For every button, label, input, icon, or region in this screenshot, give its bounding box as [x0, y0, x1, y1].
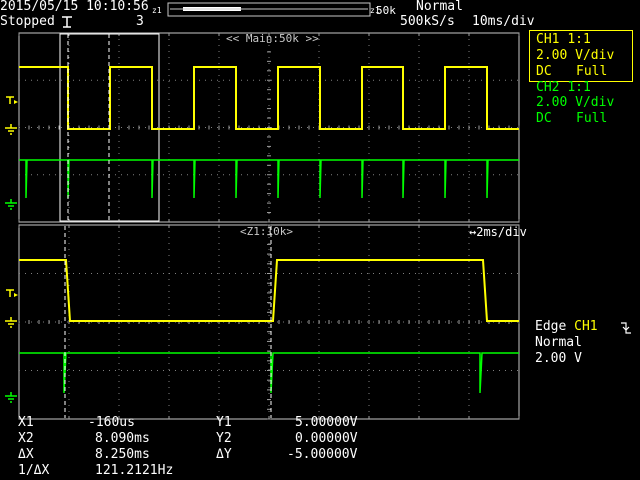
ch2-panel[interactable]: CH2 1:1 2.00 V/div DC Full: [529, 79, 631, 129]
ch1-main-trace: [19, 66, 519, 130]
falling-edge-icon: [621, 322, 631, 334]
zoom-z1-icon: z1: [152, 6, 162, 15]
ch2-name: CH2: [536, 80, 560, 95]
cursor-x1-value: -160us: [88, 415, 135, 430]
ch2-ground-marker-main: [5, 199, 17, 210]
cursor-readout: X1 -160us X2 8.090ms ΔX 8.250ms 1/ΔX 121…: [0, 416, 400, 480]
trigger-mode: Normal: [535, 335, 582, 350]
ch2-probe: 1:1: [567, 80, 591, 95]
trigger-source: CH1: [574, 319, 598, 334]
cursor-dx-label: ΔX: [18, 447, 34, 462]
zoom-z1-icon-right: z1: [370, 6, 380, 15]
cursor-x2-value: 8.090ms: [95, 431, 150, 446]
ch1-panel[interactable]: CH1 1:1 2.00 V/div DC Full: [529, 30, 633, 82]
ch1-trigger-level-marker: [6, 96, 18, 104]
trigger-panel[interactable]: Edge CH1 Normal 2.00 V: [534, 320, 638, 370]
cursor-inv-dx-label: 1/ΔX: [18, 463, 50, 478]
zoom-window-label: <Z1:10k>: [240, 225, 293, 238]
cursor-inv-dx-value: 121.2121Hz: [95, 463, 174, 478]
cursor-y2-value: 0.00000V: [295, 431, 358, 446]
ch1-ground-marker-main: [5, 124, 17, 135]
cursor-y2-label: Y2: [216, 431, 232, 446]
cursor-x1-label: X1: [18, 415, 34, 430]
ch2-coupling: DC: [536, 111, 552, 126]
ch1-probe: 1:1: [567, 32, 591, 47]
cursor-dy-label: ΔY: [216, 447, 232, 462]
trigger-type: Edge: [535, 319, 567, 334]
zoom-timebase: ↔2ms/div: [469, 225, 527, 239]
ch1-vdiv: 2.00 V/div: [536, 48, 615, 63]
cursor-dy-value: -5.00000V: [287, 447, 358, 462]
trigger-level: 2.00 V: [535, 351, 582, 366]
trigger-position-icon: [62, 16, 72, 28]
cursor-x2-label: X2: [18, 431, 34, 446]
cursor-dx-value: 8.250ms: [95, 447, 150, 462]
ch2-vdiv: 2.00 V/div: [536, 95, 615, 110]
ch1-ground-marker-zoom: [5, 317, 17, 328]
ch1-bandwidth: Full: [576, 64, 608, 79]
ch2-bandwidth: Full: [576, 111, 608, 126]
ch1-trigger-level-marker-zoom: [6, 289, 18, 297]
ch1-name: CH1: [536, 32, 560, 47]
ch2-ground-marker-zoom: [5, 392, 17, 403]
main-window-label: << Main:50k >>: [226, 32, 319, 45]
cursor-y1-value: 5.00000V: [295, 415, 358, 430]
ch1-coupling: DC: [536, 64, 552, 79]
cursor-y1-label: Y1: [216, 415, 232, 430]
